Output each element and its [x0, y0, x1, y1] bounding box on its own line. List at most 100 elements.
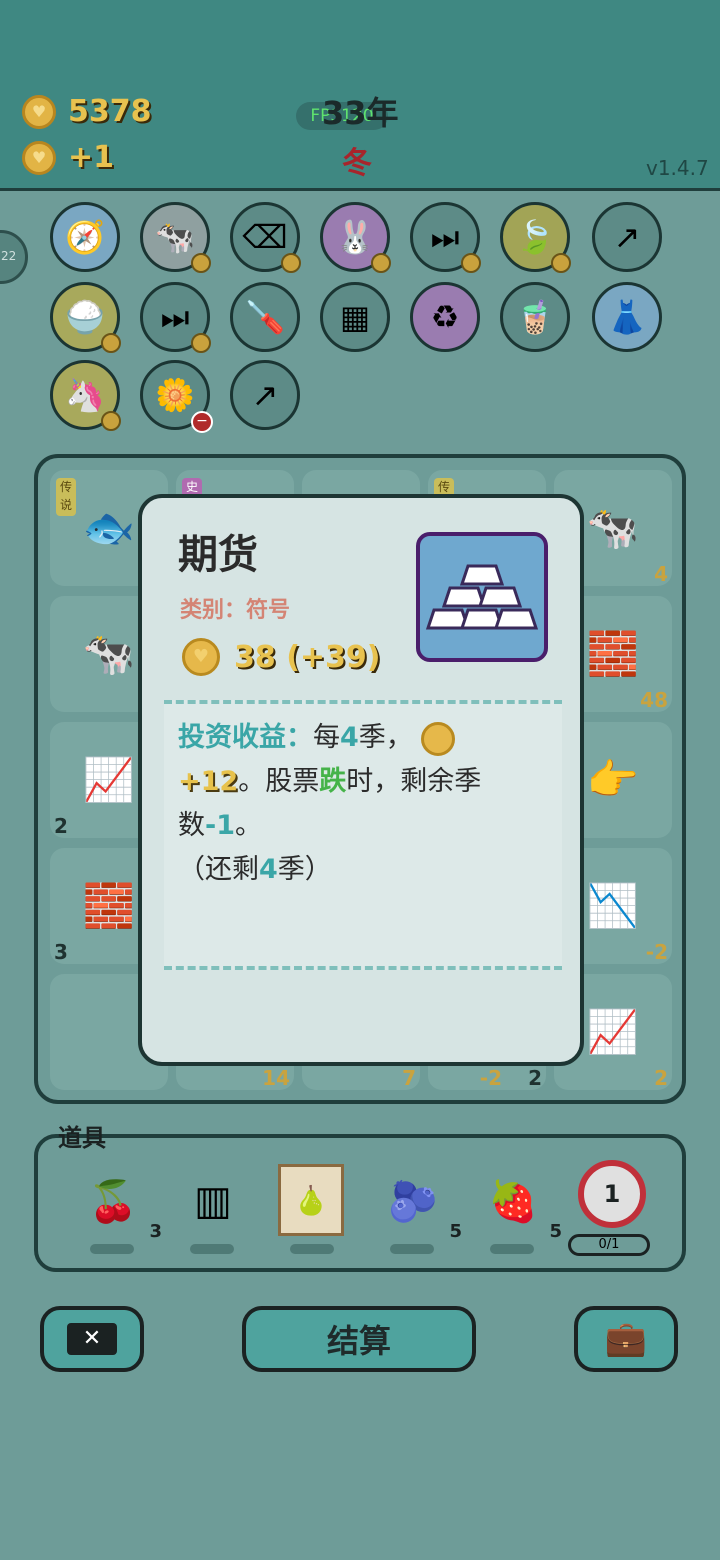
income-value: +1: [68, 140, 115, 175]
tool-count: 3: [149, 1221, 162, 1242]
rabbit-icon[interactable]: 🐰: [320, 202, 391, 273]
desc-part: 。: [235, 810, 262, 841]
remain-open: （还剩: [178, 854, 259, 885]
lychee-tool[interactable]: 🍒 3: [78, 1166, 162, 1243]
item-title: 期货: [178, 532, 258, 578]
flower-pot-icon[interactable]: 🌼 −: [140, 360, 213, 433]
remain-number: 4: [259, 854, 278, 885]
coin-icon: [421, 721, 456, 756]
gold-bars-icon: 🧱: [586, 629, 640, 678]
blueberry-tool[interactable]: 🫐 5: [378, 1166, 462, 1243]
coin-icon: [182, 638, 220, 676]
item-count: 2: [528, 1066, 542, 1090]
tool-shadow: [490, 1244, 534, 1254]
leaf-icon[interactable]: 🍃: [500, 202, 571, 273]
stock-down-icon: 📉: [586, 881, 640, 930]
tool-count: 5: [449, 1221, 462, 1242]
upgrade-arrow-icon[interactable]: ↗: [230, 360, 300, 430]
remove-button[interactable]: ✕: [40, 1306, 144, 1372]
coin-badge-icon: [551, 253, 571, 273]
target-number: 1: [603, 1180, 621, 1208]
cow-icon: 🐄: [82, 629, 136, 678]
item-count: 14: [262, 1066, 290, 1090]
item-count: 2: [654, 1066, 668, 1090]
strawberry-tool[interactable]: 🍓 5: [478, 1166, 562, 1243]
tool-shadow: [390, 1244, 434, 1254]
skip-icon[interactable]: ⏭: [410, 202, 481, 273]
top-bar: 5378 +1 FPS120 33年 冬 v1.4.7: [0, 0, 720, 191]
cow-pair-icon[interactable]: 🐄: [140, 202, 211, 273]
side-tab[interactable]: 22: [0, 230, 28, 284]
cabinet-tool[interactable]: ▥: [178, 1166, 248, 1236]
screwdriver-icon[interactable]: 🪛: [230, 282, 300, 352]
remain-close: 季）: [277, 854, 332, 885]
season-label: 冬: [342, 146, 372, 181]
coin-badge-icon: [101, 411, 121, 431]
inventory-button[interactable]: 💼: [574, 1306, 678, 1372]
income-display: +1: [22, 140, 114, 175]
item-count: 2: [54, 814, 68, 838]
item-count: 3: [54, 940, 68, 964]
egg-tray-icon[interactable]: ▦: [320, 282, 390, 352]
desc-fall: 跌: [319, 766, 347, 797]
coin-badge-icon: [101, 333, 121, 353]
item-icon-tile: [416, 532, 548, 662]
coin-badge-icon: [371, 253, 391, 273]
stock-up-icon: 📈: [586, 1007, 640, 1056]
unicorn-icon[interactable]: 🦄: [50, 360, 121, 431]
coin-icon: [22, 94, 56, 129]
settle-button[interactable]: 结算: [242, 1306, 476, 1372]
item-count: -2: [479, 1066, 502, 1090]
coin-badge-icon: [191, 333, 211, 353]
desc-minus: -1: [205, 810, 235, 841]
version-label: v1.4.7: [646, 156, 709, 180]
item-detail-modal[interactable]: 期货 类别：符号 38 (+39) 投资收益：每4季， +12。股票跌时，剩余季…: [138, 494, 584, 1066]
money-display: 5378: [22, 94, 152, 129]
delete-tag-icon[interactable]: ⌫: [230, 202, 301, 273]
item-category: 类别：符号: [180, 598, 291, 623]
tool-shadow: [90, 1244, 134, 1254]
coin-badge-icon: [191, 253, 211, 273]
skip-icon[interactable]: ⏭: [140, 282, 211, 353]
tools-label: 道具: [58, 1124, 106, 1152]
desc-part: 。股票: [238, 766, 320, 797]
rice-bowl-icon[interactable]: 🍚: [50, 282, 121, 353]
gold-bars-icon: [425, 564, 539, 630]
bubble-tea-icon[interactable]: 🧋: [500, 282, 570, 352]
briefcase-icon: 💼: [604, 1319, 648, 1359]
lychee-icon: 🍒: [88, 1178, 138, 1225]
coin-icon: [22, 140, 56, 175]
year-label: 33年: [322, 94, 399, 132]
picture-frame-tool[interactable]: 🍐: [278, 1164, 344, 1236]
skirt-icon[interactable]: 👗: [592, 282, 662, 352]
item-count: -2: [645, 940, 668, 964]
desc-part: 每: [313, 722, 340, 753]
item-count: 7: [402, 1066, 416, 1090]
target-tool[interactable]: 1: [578, 1160, 646, 1228]
money-value: 5378: [68, 94, 152, 129]
desc-gain: +12: [178, 766, 239, 797]
delete-tag-icon: ✕: [67, 1323, 117, 1355]
desc-number: 4: [340, 722, 359, 753]
compass-icon[interactable]: 🧭: [50, 202, 120, 272]
coin-badge-icon: [461, 253, 481, 273]
strawberry-icon: 🍓: [488, 1178, 538, 1225]
pointing-hand-icon: 👉: [586, 755, 640, 804]
recycle-icon[interactable]: ♻: [410, 282, 480, 352]
cow-icon: 🐄: [586, 503, 640, 552]
tool-shadow: [190, 1244, 234, 1254]
minus-icon: −: [191, 411, 213, 433]
tool-count: 5: [549, 1221, 562, 1242]
tool-shadow: [290, 1244, 334, 1254]
rarity-tag: 传说: [56, 478, 76, 516]
slot-counter: 0/1: [568, 1234, 650, 1256]
price-value: 38 (+39): [234, 639, 381, 675]
side-tab-label: 22: [1, 249, 17, 263]
cabinet-icon: ▥: [194, 1178, 232, 1224]
item-count: 48: [640, 688, 668, 712]
gold-bars-icon: 🧱: [82, 881, 136, 930]
upgrade-arrow-icon[interactable]: ↗: [592, 202, 662, 272]
description-text: 投资收益：每4季， +12。股票跌时，剩余季数-1。 （还剩4季）: [178, 716, 550, 892]
desc-label: 投资收益：: [178, 722, 313, 753]
fish-icon: 🐟: [82, 503, 136, 552]
